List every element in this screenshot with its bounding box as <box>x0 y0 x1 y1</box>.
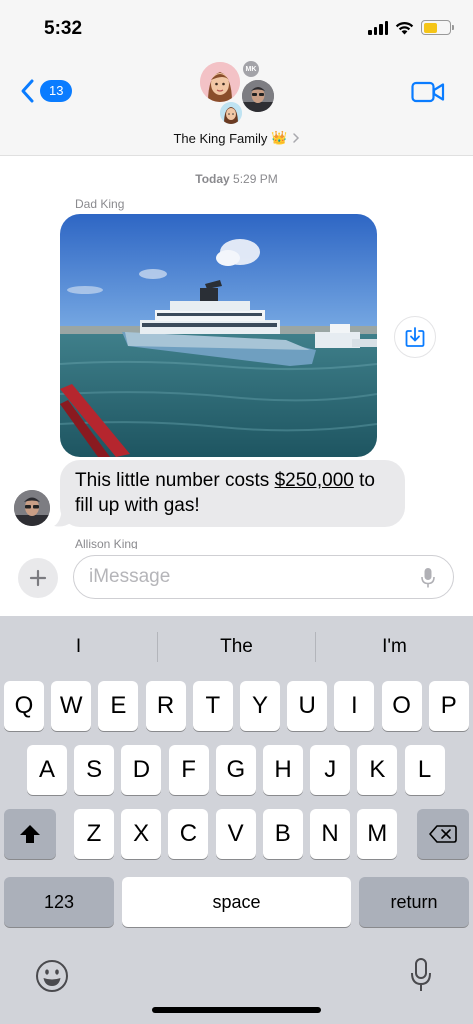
emoji-icon[interactable] <box>35 959 69 993</box>
imessage-input[interactable] <box>89 556 409 598</box>
key-n[interactable]: N <box>310 809 350 859</box>
next-sender-name: Allison King <box>75 538 138 549</box>
key-x[interactable]: X <box>121 809 162 859</box>
key-i[interactable]: I <box>334 681 375 731</box>
key-j[interactable]: J <box>310 745 351 795</box>
key-g[interactable]: G <box>215 745 256 795</box>
key-o[interactable]: O <box>381 681 422 731</box>
member-photo-avatar <box>242 80 274 112</box>
group-name-label: The King Family <box>173 130 268 146</box>
key-s[interactable]: S <box>74 745 115 795</box>
group-avatars[interactable]: MK <box>196 58 280 128</box>
key-a[interactable]: A <box>27 745 67 795</box>
key-h[interactable]: H <box>263 745 303 795</box>
suggestion-2[interactable]: The <box>158 636 315 658</box>
key-q[interactable]: Q <box>4 681 44 731</box>
key-c[interactable]: C <box>168 809 209 859</box>
photo-message[interactable] <box>60 214 377 457</box>
cellular-signal-icon <box>368 20 388 35</box>
shift-key[interactable] <box>4 809 56 859</box>
key-e[interactable]: E <box>98 681 139 731</box>
key-p[interactable]: P <box>428 681 469 731</box>
memoji-avatar <box>200 62 240 102</box>
back-button[interactable]: 13 <box>18 78 73 104</box>
wifi-icon <box>395 21 414 34</box>
microphone-icon[interactable] <box>421 567 435 589</box>
price-link[interactable]: $250,000 <box>275 470 354 491</box>
key-b[interactable]: B <box>262 809 303 859</box>
unread-count-badge: 13 <box>40 80 73 102</box>
key-l[interactable]: L <box>404 745 445 795</box>
message-timestamp: Today 5:29 PM <box>0 172 473 186</box>
keyboard: I The I'm QWERTYUIOPASDFGHJKLZXCVBNM 123… <box>0 616 473 1024</box>
message-input-bar <box>0 549 473 616</box>
key-t[interactable]: T <box>192 681 233 731</box>
return-key[interactable]: return <box>359 877 469 927</box>
home-indicator[interactable] <box>152 1007 321 1013</box>
timestamp-time: 5:29 PM <box>233 172 278 186</box>
key-w[interactable]: W <box>51 681 92 731</box>
sender-avatar[interactable] <box>14 490 50 526</box>
key-u[interactable]: U <box>287 681 328 731</box>
status-bar: 5:32 <box>0 0 473 60</box>
initials-avatar: MK <box>243 61 259 77</box>
sender-name: Dad King <box>75 197 125 211</box>
message-field[interactable] <box>73 555 454 599</box>
key-f[interactable]: F <box>168 745 209 795</box>
status-icons <box>368 20 454 35</box>
key-v[interactable]: V <box>215 809 256 859</box>
crown-emoji: 👑 <box>271 130 288 145</box>
delete-key[interactable] <box>417 809 469 859</box>
key-m[interactable]: M <box>357 809 398 859</box>
conversation-header: 5:32 13 MK The King Family 👑 <box>0 0 473 156</box>
shift-arrow-icon <box>20 825 40 843</box>
space-key[interactable]: space <box>122 877 351 927</box>
battery-level <box>423 22 438 33</box>
video-camera-icon[interactable] <box>411 80 445 104</box>
battery-icon <box>421 20 454 35</box>
key-d[interactable]: D <box>121 745 162 795</box>
status-time: 5:32 <box>44 18 83 39</box>
timestamp-day: Today <box>195 172 230 186</box>
predictive-suggestions: I The I'm <box>0 616 473 678</box>
backspace-icon <box>429 825 457 843</box>
apps-plus-button[interactable] <box>18 558 58 598</box>
suggestion-1[interactable]: I <box>0 636 157 658</box>
group-name-button[interactable]: The King Family 👑 <box>0 130 473 146</box>
message-text-start: This little number costs <box>75 470 275 491</box>
chevron-right-icon <box>292 133 299 143</box>
key-r[interactable]: R <box>145 681 186 731</box>
back-chevron-icon <box>21 79 34 103</box>
plus-icon <box>29 569 47 587</box>
yacht-photo <box>60 214 377 457</box>
small-memoji-avatar <box>220 102 242 124</box>
suggestion-3[interactable]: I'm <box>316 636 473 658</box>
numbers-key[interactable]: 123 <box>4 877 114 927</box>
dictation-microphone-icon[interactable] <box>410 957 432 993</box>
key-z[interactable]: Z <box>74 809 114 859</box>
save-photo-button[interactable] <box>394 316 436 358</box>
text-message-bubble[interactable]: This little number costs $250,000 to fil… <box>60 460 405 527</box>
key-y[interactable]: Y <box>240 681 280 731</box>
key-k[interactable]: K <box>357 745 398 795</box>
download-icon <box>405 327 425 347</box>
